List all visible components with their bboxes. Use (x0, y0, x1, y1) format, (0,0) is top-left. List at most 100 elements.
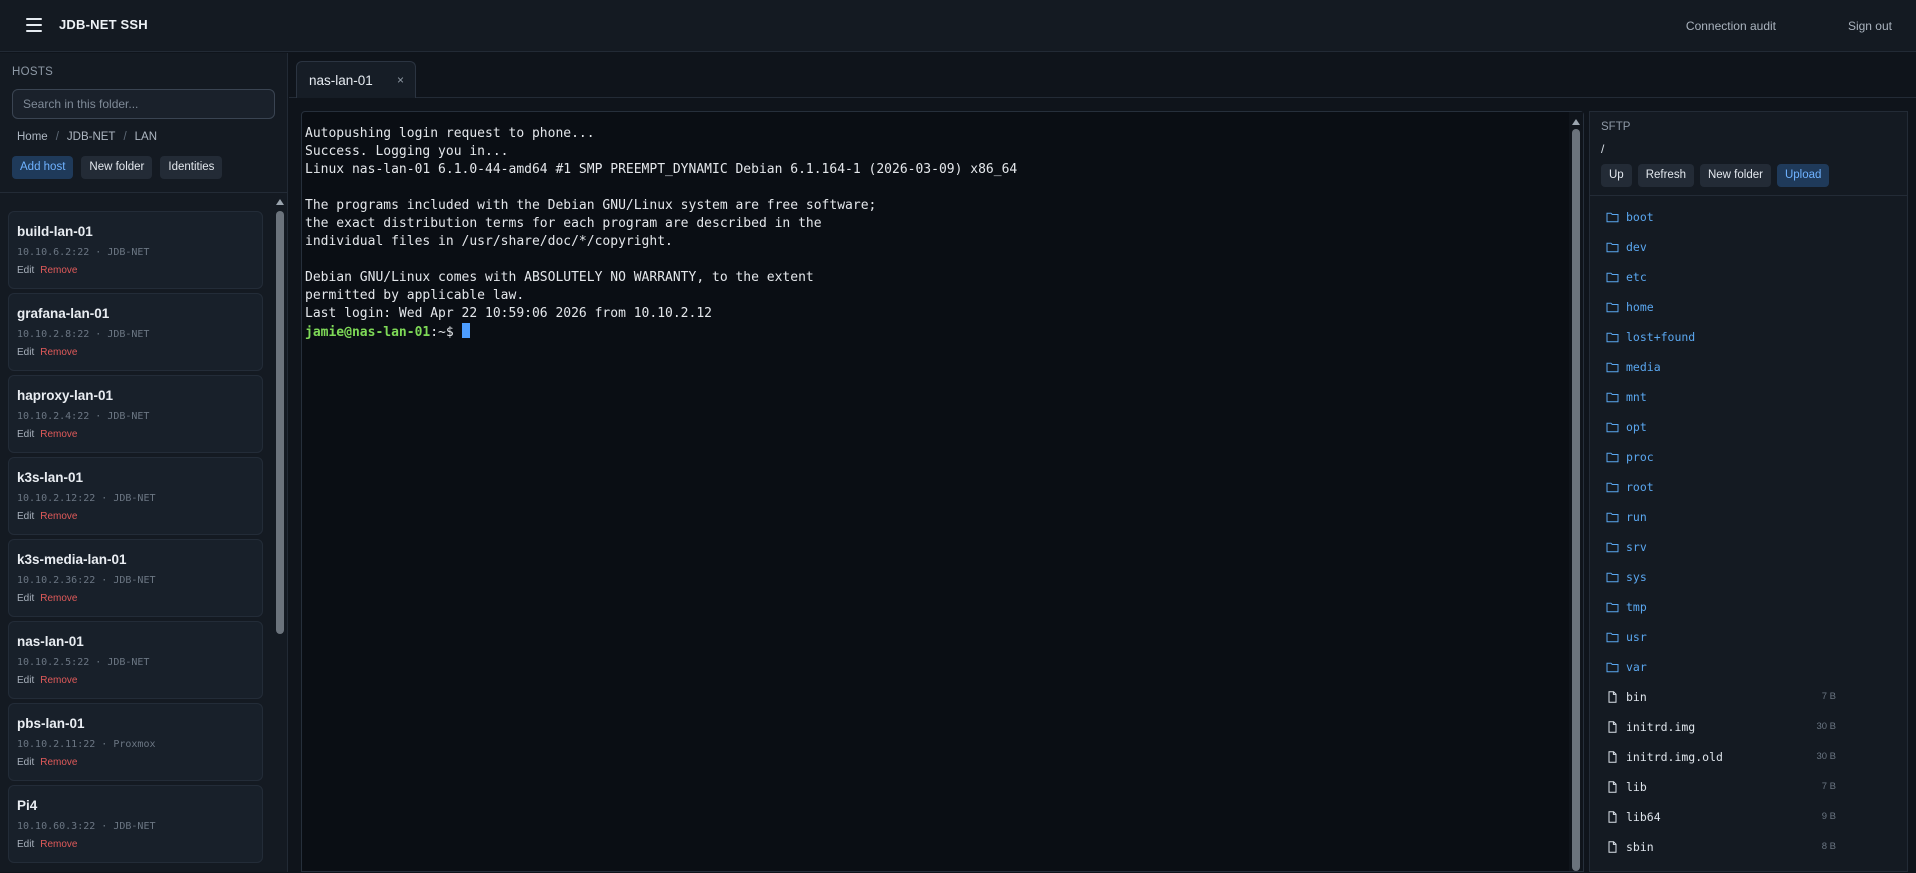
top-bar: JDB-NET SSH Connection audit Sign out (0, 0, 1916, 52)
file-name: var (1626, 660, 1647, 674)
sftp-upload-button[interactable]: Upload (1776, 164, 1830, 187)
sftp-folder-row[interactable]: media (1606, 356, 1836, 378)
scroll-up-arrow-icon[interactable] (276, 199, 284, 205)
host-card[interactable]: grafana-lan-01 10.10.2.8:22 · JDB-NET Edit… (8, 293, 263, 371)
sftp-file-row[interactable]: bin 7 B (1606, 686, 1836, 708)
sidebar-actions: Add host New folder Identities (12, 156, 223, 179)
session-tab-bar: nas-lan-01 × (289, 53, 1916, 98)
edit-host-button[interactable]: Edit (17, 429, 34, 440)
sftp-folder-row[interactable]: opt (1606, 416, 1836, 438)
edit-host-button[interactable]: Edit (17, 265, 34, 276)
file-name: bin (1626, 690, 1647, 704)
sftp-folder-row[interactable]: lost+found (1606, 326, 1836, 348)
host-card[interactable]: build-lan-01 10.10.6.2:22 · JDB-NET Edit Re… (8, 211, 263, 289)
meta-separator: · (95, 493, 114, 504)
sign-out-link[interactable]: Sign out (1848, 19, 1892, 33)
tab-nas-lan-01[interactable]: nas-lan-01 × (296, 61, 416, 98)
new-folder-button[interactable]: New folder (81, 156, 153, 179)
remove-host-button[interactable]: Remove (40, 757, 77, 768)
remove-host-button[interactable]: Remove (40, 675, 77, 686)
add-host-button[interactable]: Add host (12, 156, 74, 179)
breadcrumb-jdb-net[interactable]: JDB-NET (67, 131, 116, 143)
host-meta: 10.10.2.11:22 · Proxmox (17, 739, 156, 750)
meta-separator: · (95, 575, 114, 586)
folder-icon (1606, 450, 1619, 463)
host-search-input[interactable] (12, 89, 275, 119)
terminal[interactable]: Autopushing login request to phone... Su… (301, 111, 1584, 872)
remove-host-button[interactable]: Remove (40, 347, 77, 358)
file-name: boot (1626, 210, 1654, 224)
edit-host-button[interactable]: Edit (17, 347, 34, 358)
sftp-folder-row[interactable]: srv (1606, 536, 1836, 558)
sftp-folder-row[interactable]: mnt (1606, 386, 1836, 408)
sftp-panel: SFTP / Up Refresh New folder Upload boot… (1589, 111, 1908, 872)
remove-host-button[interactable]: Remove (40, 265, 77, 276)
file-name: srv (1626, 540, 1647, 554)
edit-host-button[interactable]: Edit (17, 839, 34, 850)
breadcrumb: Home / JDB-NET / LAN (17, 131, 157, 143)
sftp-folder-row[interactable]: run (1606, 506, 1836, 528)
hamburger-menu-icon[interactable] (26, 18, 42, 32)
remove-host-button[interactable]: Remove (40, 839, 77, 850)
host-address: 10.10.2.4:22 (17, 411, 90, 422)
remove-host-button[interactable]: Remove (40, 429, 77, 440)
sftp-refresh-button[interactable]: Refresh (1637, 164, 1694, 187)
host-card[interactable]: k3s-lan-01 10.10.2.12:22 · JDB-NET Edit Rem… (8, 457, 263, 535)
close-icon[interactable]: × (397, 73, 404, 87)
host-card[interactable]: k3s-media-lan-01 10.10.2.36:22 · JDB-NET E… (8, 539, 263, 617)
breadcrumb-lan[interactable]: LAN (135, 131, 157, 143)
file-name: media (1626, 360, 1661, 374)
sftp-folder-row[interactable]: etc (1606, 266, 1836, 288)
folder-icon (1606, 480, 1619, 493)
edit-host-button[interactable]: Edit (17, 511, 34, 522)
sftp-file-list: boot dev etc home lost+found media mnt opt proc r… (1590, 196, 1907, 873)
remove-host-button[interactable]: Remove (40, 511, 77, 522)
host-name: grafana-lan-01 (17, 306, 110, 321)
sftp-file-row[interactable]: initrd.img.old 30 B (1606, 746, 1836, 768)
edit-host-button[interactable]: Edit (17, 675, 34, 686)
host-card[interactable]: haproxy-lan-01 10.10.2.4:22 · JDB-NET Edit… (8, 375, 263, 453)
remove-host-button[interactable]: Remove (40, 593, 77, 604)
terminal-lines: Autopushing login request to phone... Su… (305, 126, 1017, 321)
folder-icon (1606, 270, 1619, 283)
terminal-scrollbar[interactable] (1569, 112, 1583, 871)
connection-audit-link[interactable]: Connection audit (1686, 19, 1776, 33)
edit-host-button[interactable]: Edit (17, 757, 34, 768)
host-card[interactable]: nas-lan-01 10.10.2.5:22 · JDB-NET Edit Remo… (8, 621, 263, 699)
host-name: nas-lan-01 (17, 634, 84, 649)
folder-icon (1606, 210, 1619, 223)
scroll-up-arrow-icon[interactable] (1572, 119, 1580, 125)
sftp-current-path: / (1601, 142, 1605, 156)
file-size: 7 B (1821, 691, 1836, 702)
sftp-folder-row[interactable]: proc (1606, 446, 1836, 468)
sftp-folder-row[interactable]: usr (1606, 626, 1836, 648)
sftp-folder-row[interactable]: root (1606, 476, 1836, 498)
breadcrumb-home[interactable]: Home (17, 131, 48, 143)
sftp-file-row[interactable]: sbin 8 B (1606, 836, 1836, 858)
host-card[interactable]: pbs-lan-01 10.10.2.11:22 · Proxmox Edit Rem… (8, 703, 263, 781)
sftp-file-row[interactable]: lib 7 B (1606, 776, 1836, 798)
sftp-folder-row[interactable]: sys (1606, 566, 1836, 588)
file-name: etc (1626, 270, 1647, 284)
edit-host-button[interactable]: Edit (17, 593, 34, 604)
host-address: 10.10.2.36:22 (17, 575, 96, 586)
sftp-new-folder-button[interactable]: New folder (1699, 164, 1771, 187)
sftp-folder-row[interactable]: dev (1606, 236, 1836, 258)
scrollbar-thumb[interactable] (1572, 129, 1580, 871)
scrollbar-thumb[interactable] (276, 211, 284, 634)
sftp-file-row[interactable]: lib64 9 B (1606, 806, 1836, 828)
meta-separator: · (95, 821, 114, 832)
sftp-folder-row[interactable]: boot (1606, 206, 1836, 228)
host-address: 10.10.2.8:22 (17, 329, 90, 340)
identities-button[interactable]: Identities (160, 156, 223, 179)
sftp-folder-row[interactable]: tmp (1606, 596, 1836, 618)
file-name: run (1626, 510, 1647, 524)
sftp-file-row[interactable]: initrd.img 30 B (1606, 716, 1836, 738)
folder-icon (1606, 660, 1619, 673)
host-card[interactable]: Pi4 10.10.60.3:22 · JDB-NET Edit Remove (8, 785, 263, 863)
sftp-folder-row[interactable]: home (1606, 296, 1836, 318)
sftp-up-button[interactable]: Up (1601, 164, 1632, 187)
file-name: tmp (1626, 600, 1647, 614)
sftp-folder-row[interactable]: var (1606, 656, 1836, 678)
host-list-scrollbar[interactable] (274, 194, 286, 872)
